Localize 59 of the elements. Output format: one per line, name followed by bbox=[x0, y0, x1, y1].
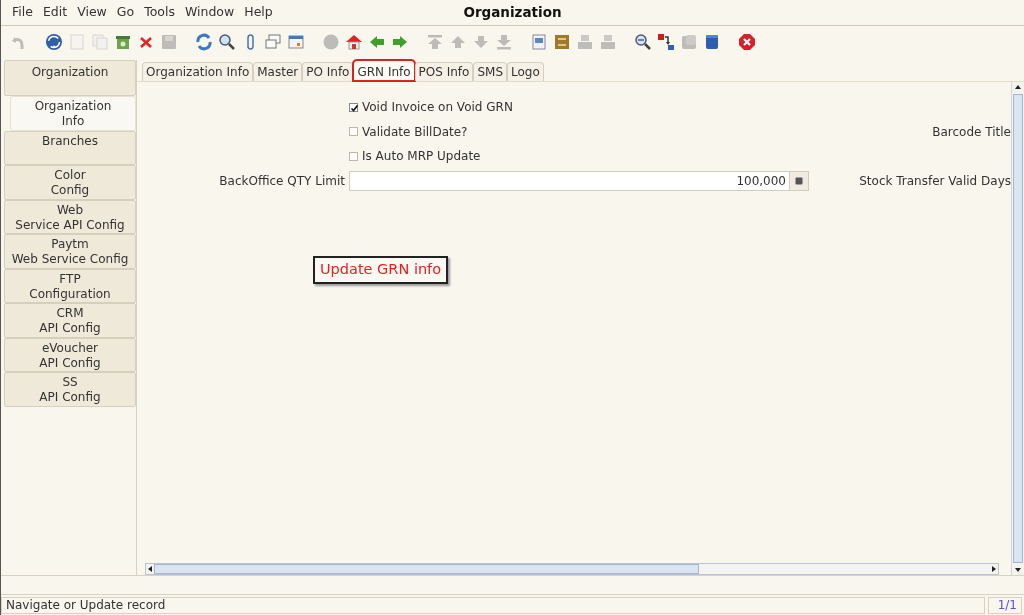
sidebar-item[interactable]: Organization Info bbox=[10, 96, 136, 131]
square-icon bbox=[795, 176, 803, 185]
workflow-icon[interactable] bbox=[657, 33, 675, 51]
sidebar-item[interactable]: Web Service API Config bbox=[4, 199, 136, 234]
menu-item[interactable]: File bbox=[7, 3, 38, 22]
menu-item[interactable]: Tools bbox=[139, 3, 180, 22]
checkbox[interactable] bbox=[349, 102, 358, 112]
sidebar-item[interactable]: FTP Configuration bbox=[4, 268, 136, 303]
scroll-left-icon[interactable] bbox=[146, 565, 154, 573]
tab[interactable]: PO Info bbox=[302, 62, 354, 81]
cabinet-icon[interactable] bbox=[553, 33, 571, 51]
sidebar-item[interactable]: Paytm Web Service Config bbox=[4, 234, 136, 269]
search-icon[interactable] bbox=[218, 33, 236, 51]
sidebar-item[interactable]: Branches bbox=[4, 130, 136, 165]
tab[interactable]: Master bbox=[253, 62, 303, 81]
window-title: Organization bbox=[463, 4, 562, 21]
refresh-icon[interactable] bbox=[195, 33, 213, 51]
zoom-icon[interactable] bbox=[634, 33, 652, 51]
checkbox-label: Is Auto MRP Update bbox=[362, 148, 481, 166]
horizontal-scrollbar[interactable] bbox=[145, 563, 999, 575]
scroll-right-icon[interactable] bbox=[990, 565, 998, 573]
checkbox-label: Validate BillDate? bbox=[362, 123, 468, 141]
tab[interactable]: POS Info bbox=[414, 62, 474, 81]
tab[interactable]: SMS bbox=[473, 62, 507, 81]
field-label: Stock Transfer Valid Days bbox=[859, 173, 1011, 188]
tab[interactable]: Logo bbox=[507, 62, 544, 81]
menu-item[interactable]: Edit bbox=[37, 3, 73, 22]
field-button[interactable] bbox=[789, 171, 808, 190]
sidebar-item[interactable]: eVoucher API Config bbox=[4, 337, 136, 372]
menu-item[interactable]: Go bbox=[111, 3, 140, 22]
checkbox-label: Void Invoice on Void GRN bbox=[362, 99, 513, 117]
left-arrow-icon[interactable] bbox=[368, 33, 386, 51]
trash-icon[interactable] bbox=[114, 33, 132, 51]
menu-item[interactable]: Window bbox=[179, 3, 240, 22]
cube-icon[interactable] bbox=[703, 33, 721, 51]
sidebar-item[interactable]: Color Config bbox=[4, 165, 136, 200]
sidebar-item[interactable]: Organization bbox=[4, 60, 136, 96]
annotation-callout: Update GRN info bbox=[313, 256, 449, 284]
help-icon[interactable] bbox=[45, 33, 63, 51]
chat-icon[interactable] bbox=[264, 33, 282, 51]
vertical-scrollbar[interactable] bbox=[1011, 82, 1024, 575]
right-arrow-icon[interactable] bbox=[391, 33, 409, 51]
checkbox[interactable] bbox=[349, 127, 358, 137]
checkbox[interactable] bbox=[349, 151, 358, 161]
field-label: Barcode Title bbox=[932, 124, 1011, 139]
tab[interactable]: Organization Info bbox=[142, 62, 254, 81]
number-field[interactable]: 100,000 bbox=[349, 170, 809, 191]
menu-item[interactable]: Help bbox=[239, 3, 278, 22]
close-icon[interactable] bbox=[738, 33, 756, 51]
report-icon[interactable] bbox=[530, 33, 548, 51]
status-message: Navigate or Update record bbox=[1, 596, 985, 614]
sidebar-item[interactable]: CRM API Config bbox=[4, 303, 136, 338]
menu-item[interactable]: View bbox=[72, 3, 112, 22]
home-icon[interactable] bbox=[345, 33, 363, 51]
sidebar-item[interactable]: SS API Config bbox=[4, 372, 136, 407]
record-counter: 1/1 bbox=[988, 596, 1022, 614]
field-label: BackOffice QTY Limit bbox=[219, 173, 345, 188]
calendar-icon[interactable] bbox=[287, 33, 305, 51]
tab[interactable]: GRN Info bbox=[353, 60, 415, 81]
